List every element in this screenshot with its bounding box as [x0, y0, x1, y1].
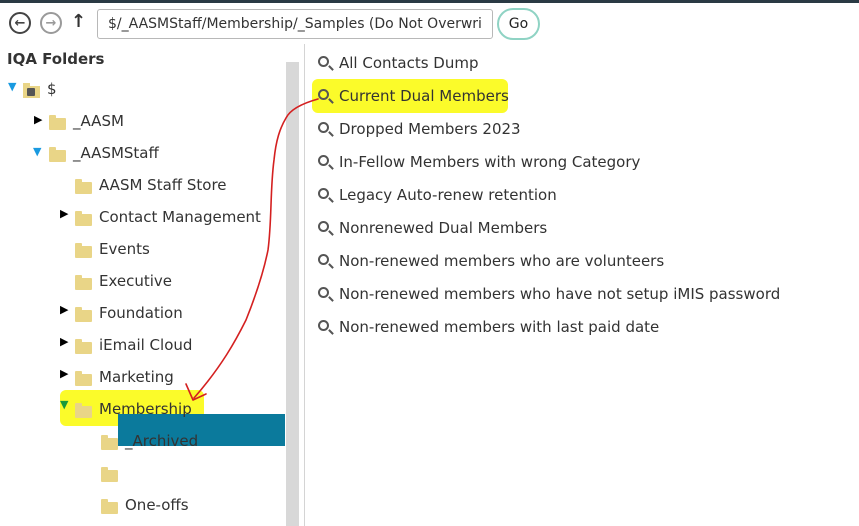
back-icon[interactable]: ←	[9, 12, 31, 34]
tree-label: _AASMStaff	[73, 144, 159, 162]
search-icon	[318, 320, 329, 331]
go-button[interactable]: Go	[497, 8, 540, 40]
list-item-label: All Contacts Dump	[339, 54, 479, 72]
tree-label: _Samples (Do Not Over	[125, 464, 259, 500]
toolbar: ← → ↑ $/_AASMStaff/Membership/_Samples (…	[0, 3, 859, 44]
folder-icon	[75, 339, 92, 354]
up-arrow-icon[interactable]: ↑	[71, 11, 86, 32]
list-item-label: Nonrenewed Dual Members	[339, 219, 548, 237]
folder-icon	[49, 115, 66, 130]
expand-toggle-icon[interactable]: ▼	[33, 146, 41, 157]
panel-title: IQA Folders	[7, 50, 105, 68]
tree-label: Marketing	[99, 368, 174, 386]
search-icon	[318, 254, 329, 265]
collapse-toggle-icon[interactable]: ▶	[60, 336, 68, 347]
folder-icon	[101, 499, 118, 514]
list-item-label: Non-renewed members with last paid date	[339, 318, 660, 336]
page: ← → ↑ $/_AASMStaff/Membership/_Samples (…	[0, 0, 859, 526]
folder-icon	[75, 403, 92, 418]
collapse-toggle-icon[interactable]: ▶	[60, 304, 68, 315]
tree-label: One-offs	[125, 496, 189, 514]
collapse-toggle-icon[interactable]: ▶	[60, 208, 68, 219]
tree-label: $	[47, 80, 57, 98]
tree-label: iEmail Cloud	[99, 336, 193, 354]
folder-icon	[75, 275, 92, 290]
locked-folder-icon	[23, 83, 40, 98]
list-item-label: Non-renewed members who have not setup i…	[339, 285, 781, 303]
list-item-label: Legacy Auto-renew retention	[339, 186, 557, 204]
search-icon	[318, 56, 329, 67]
tree-label: Membership	[99, 400, 192, 418]
list-item-label: Current Dual Members	[339, 87, 509, 105]
expand-toggle-icon[interactable]: ▼	[8, 81, 16, 92]
tree-label: _Archived	[125, 432, 199, 450]
folder-icon	[101, 435, 118, 450]
list-item-label: Non-renewed members who are volunteers	[339, 252, 665, 270]
tree-label: Events	[99, 240, 150, 258]
search-icon	[318, 188, 329, 199]
scrollbar[interactable]	[286, 62, 299, 526]
search-icon	[318, 155, 329, 166]
query-list-panel: All Contacts Dump Current Dual Members D…	[306, 44, 859, 526]
collapse-toggle-icon[interactable]: ▶	[34, 114, 42, 125]
tree-label: AASM Staff Store	[99, 176, 227, 194]
folder-icon	[75, 243, 92, 258]
folder-icon	[75, 307, 92, 322]
expand-toggle-icon[interactable]: ▼	[60, 399, 68, 410]
tree-label: Foundation	[99, 304, 183, 322]
collapse-toggle-icon[interactable]: ▶	[60, 368, 68, 379]
path-input[interactable]: $/_AASMStaff/Membership/_Samples (Do Not…	[97, 9, 493, 39]
tree-label: _AASM	[73, 112, 124, 130]
folder-icon	[75, 179, 92, 194]
folder-icon	[75, 371, 92, 386]
forward-icon[interactable]: →	[40, 12, 62, 34]
search-icon	[318, 89, 329, 100]
folder-icon	[75, 211, 92, 226]
search-icon	[318, 287, 329, 298]
list-item-label: In-Fellow Members with wrong Category	[339, 153, 641, 171]
list-item-label: Dropped Members 2023	[339, 120, 521, 138]
tree-label: Executive	[99, 272, 173, 290]
search-icon	[318, 221, 329, 232]
tree-label: Contact Management	[99, 208, 261, 226]
search-icon	[318, 122, 329, 133]
folder-icon	[49, 147, 66, 162]
folder-icon	[101, 467, 118, 482]
